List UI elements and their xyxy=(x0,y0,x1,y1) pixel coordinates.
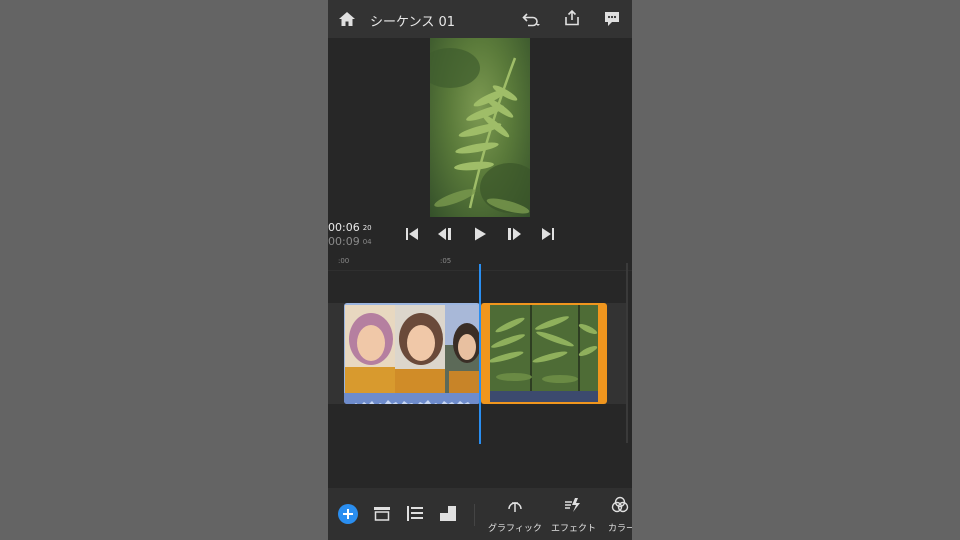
bottom-toolbar: グラフィック エフェクト カラー xyxy=(328,488,632,540)
current-time: 00:06 20 xyxy=(328,221,372,234)
track-align-icon[interactable] xyxy=(407,506,423,521)
color-icon[interactable] xyxy=(611,496,629,514)
playhead[interactable] xyxy=(479,264,481,444)
app-window: シーケンス 01 00:06 20 00:09 04:00:05 グラフィッ… xyxy=(328,0,632,540)
undo-icon[interactable] xyxy=(522,11,540,27)
play-icon[interactable] xyxy=(472,226,488,242)
ruler-mark-0: :00 xyxy=(338,257,350,265)
toolbar-divider xyxy=(474,504,475,526)
timeline-scrollbar[interactable] xyxy=(626,263,628,443)
audio-waveform xyxy=(344,393,480,404)
skip-to-end-icon[interactable] xyxy=(540,226,556,242)
timecode-display: 00:06 20 00:09 04 xyxy=(328,221,388,249)
clip-thumbnail xyxy=(345,305,395,393)
clip-thumbnail xyxy=(445,305,479,393)
audio-track-empty xyxy=(490,391,598,402)
ruler-mark-5: :05 xyxy=(440,257,452,265)
fern-preview-image xyxy=(430,48,530,214)
fern-clip[interactable] xyxy=(481,303,607,404)
share-icon[interactable] xyxy=(564,10,580,26)
crop-icon[interactable] xyxy=(440,506,456,521)
step-back-icon[interactable] xyxy=(437,226,453,242)
portrait-clip[interactable] xyxy=(344,303,480,404)
home-icon[interactable] xyxy=(338,11,356,27)
color-label[interactable]: カラー xyxy=(608,521,632,534)
top-bar: シーケンス 01 xyxy=(328,0,632,38)
step-forward-icon[interactable] xyxy=(506,226,522,242)
total-time: 00:09 04 xyxy=(328,235,372,248)
clip-thumbnail xyxy=(395,305,445,393)
graphics-label[interactable]: グラフィック xyxy=(488,521,542,534)
skip-to-start-icon[interactable] xyxy=(404,226,420,242)
sequence-title[interactable]: シーケンス 01 xyxy=(370,11,455,30)
clip-thumbnail xyxy=(490,305,598,391)
effects-icon[interactable] xyxy=(563,496,581,514)
timeline-view-icon[interactable] xyxy=(374,507,390,521)
effects-label[interactable]: エフェクト xyxy=(551,521,596,534)
comment-icon[interactable] xyxy=(604,11,620,27)
video-preview[interactable] xyxy=(430,38,530,217)
add-icon[interactable] xyxy=(338,504,358,524)
graphics-icon[interactable] xyxy=(506,496,524,514)
